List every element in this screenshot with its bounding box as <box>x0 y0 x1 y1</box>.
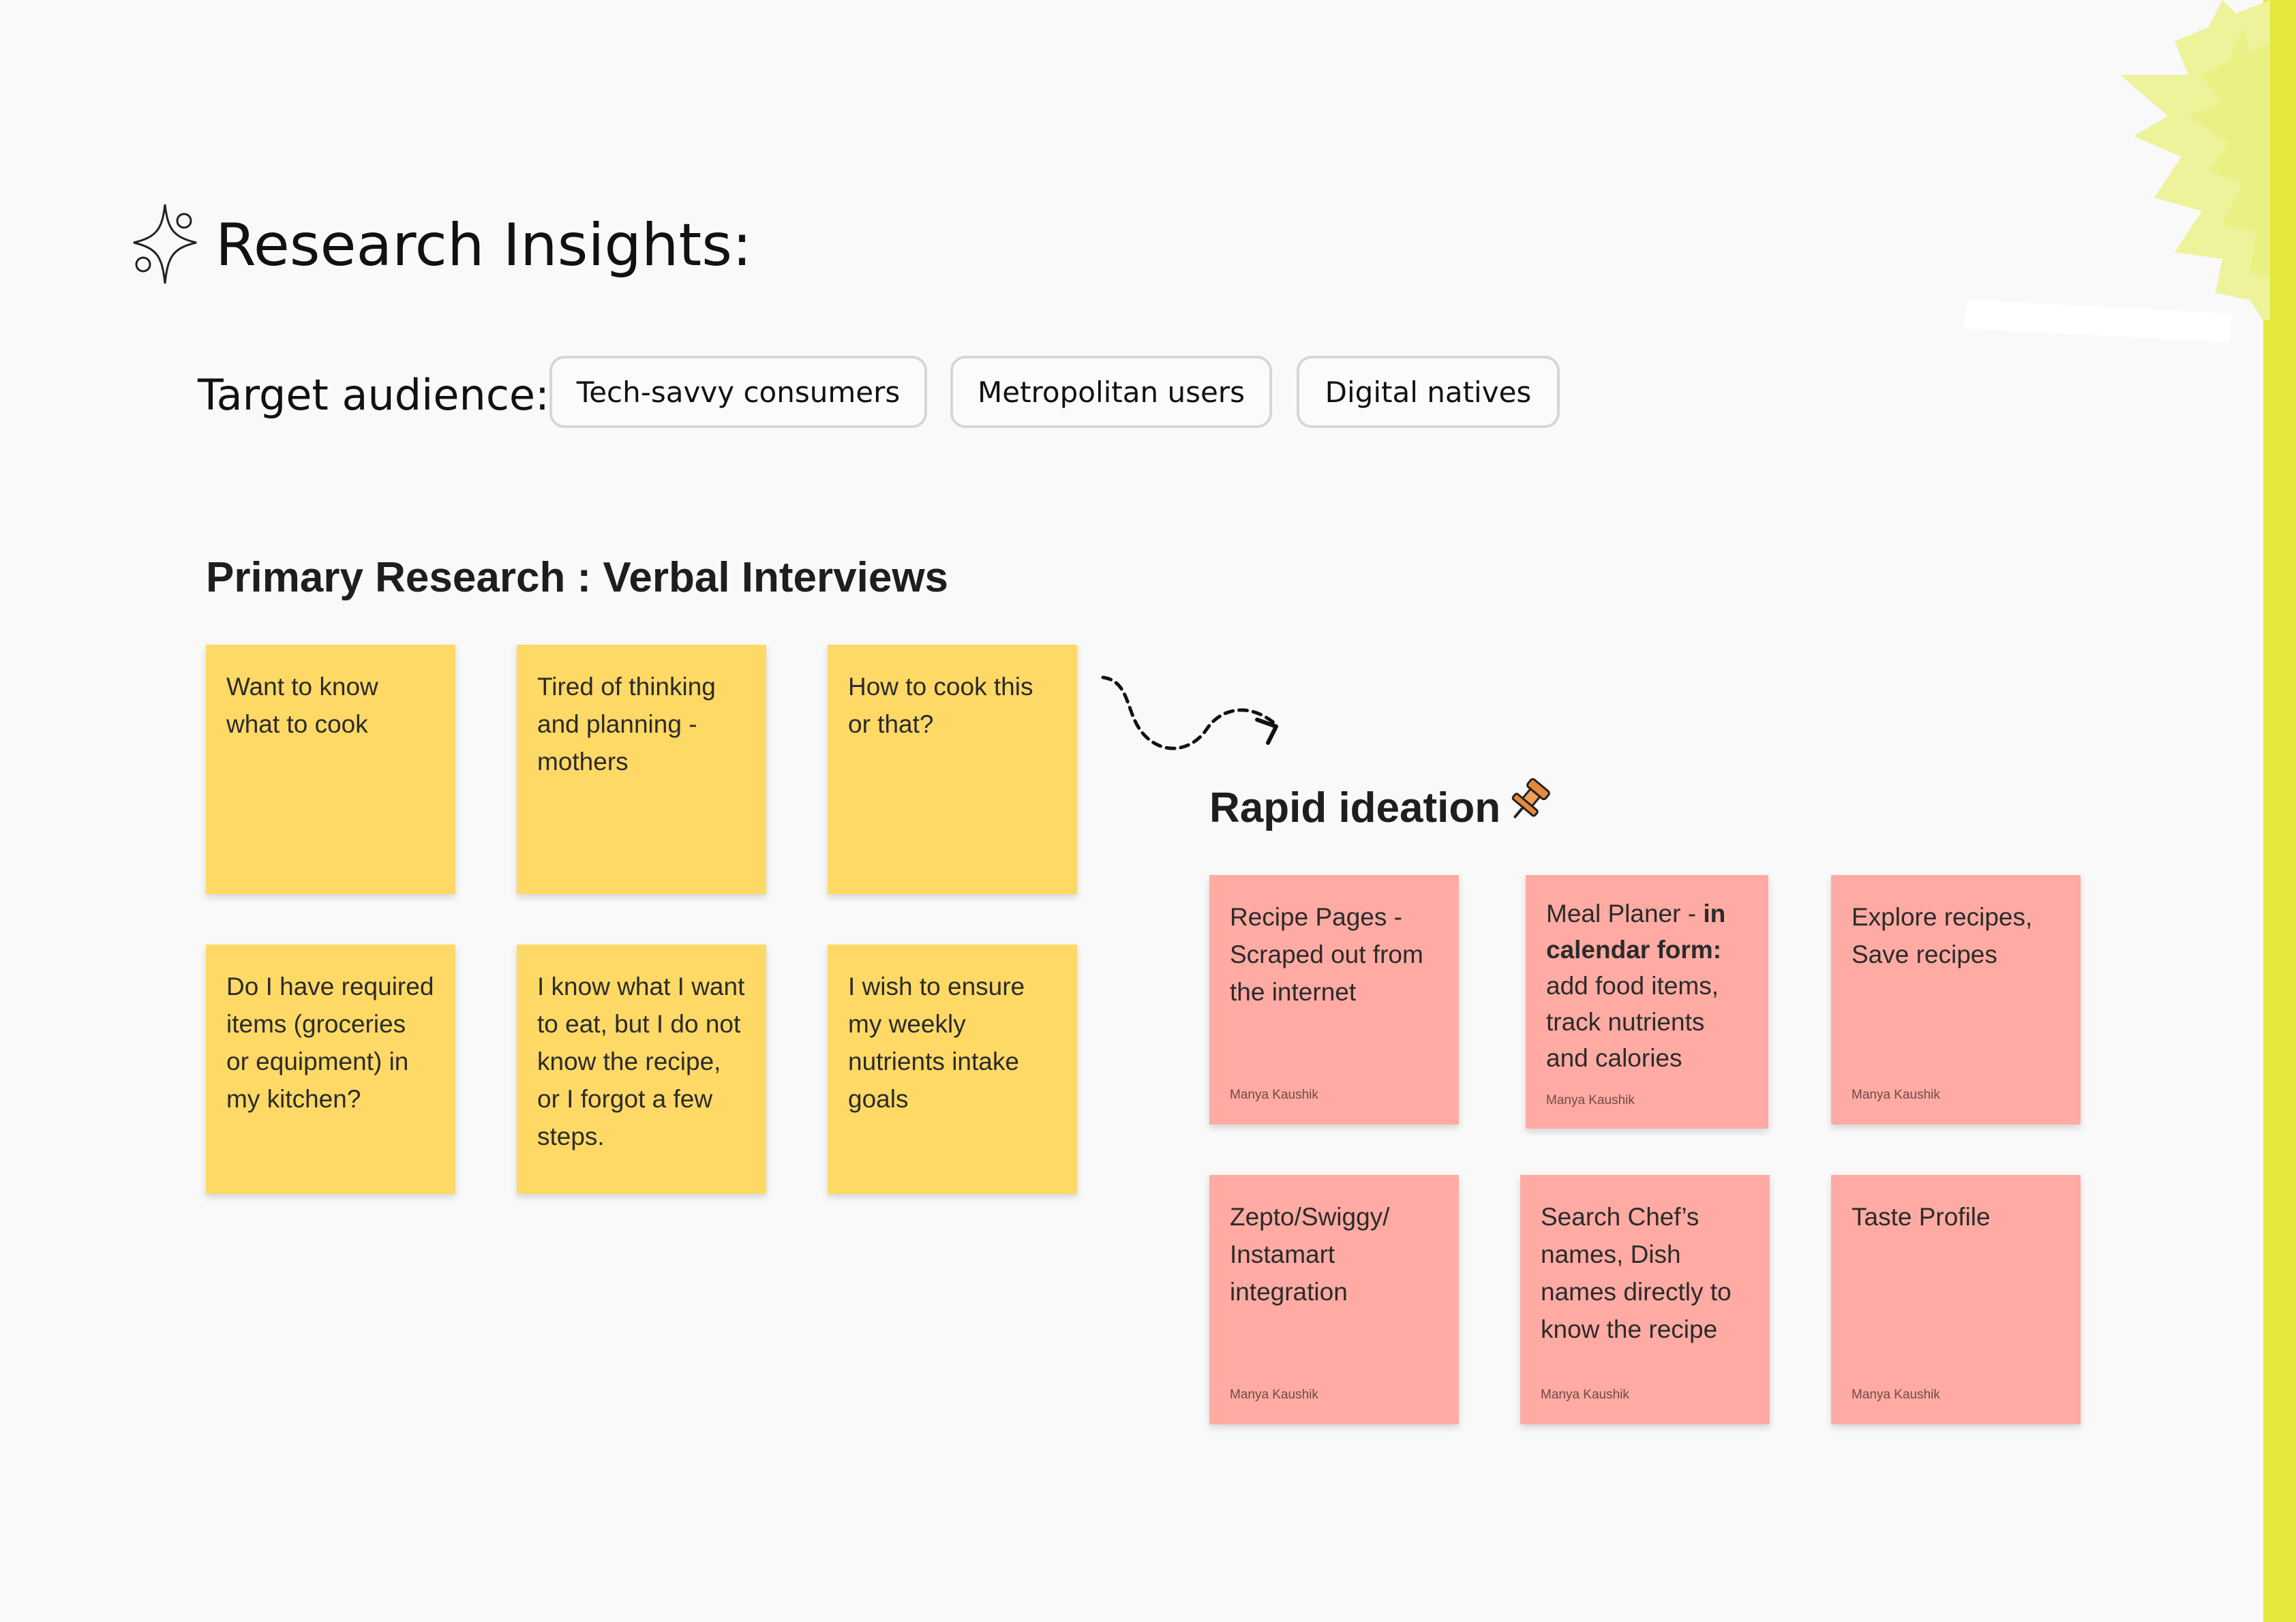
interview-sticky-note[interactable]: How to cook this or that? <box>828 645 1077 894</box>
interview-sticky-note[interactable]: Want to know what to cook <box>206 645 455 894</box>
note-text: Taste Profile <box>1852 1203 1991 1231</box>
note-text: Explore recipes, Save recipes <box>1852 903 2033 968</box>
interview-sticky-note[interactable]: I wish to ensure my weekly nutrients int… <box>828 945 1077 1194</box>
note-text: Zepto/Swiggy/ Instamart integration <box>1230 1203 1390 1306</box>
ideation-sticky-note[interactable]: Taste Profile Manya Kaushik <box>1831 1175 2081 1424</box>
audience-chip: Metropolitan users <box>950 356 1272 428</box>
audience-chip: Tech-savvy consumers <box>549 356 927 428</box>
note-text: Do I have required items (groceries or e… <box>226 973 434 1113</box>
note-text: Tired of thinking and planning - mothers <box>537 673 716 776</box>
note-author: Manya Kaushik <box>1546 1093 1635 1107</box>
ideation-sticky-note[interactable]: Meal Planer - in calendar form: add food… <box>1526 875 1768 1129</box>
pin-icon <box>1511 778 1550 818</box>
interview-sticky-note[interactable]: Do I have required items (groceries or e… <box>206 945 455 1194</box>
audience-chip: Digital natives <box>1297 356 1560 428</box>
target-audience-label: Target audience: <box>198 370 549 420</box>
note-text: How to cook this or that? <box>848 673 1033 738</box>
note-author: Manya Kaushik <box>1230 1388 1318 1402</box>
note-text: Meal Planer - <box>1546 900 1704 928</box>
note-author: Manya Kaushik <box>1230 1088 1318 1102</box>
page-title: Research Insights: <box>215 211 752 279</box>
interview-sticky-note[interactable]: I know what I want to eat, but I do not … <box>517 945 766 1194</box>
ideation-sticky-note[interactable]: Recipe Pages - Scraped out from the inte… <box>1209 875 1459 1124</box>
note-text: add food items, track nutrients and calo… <box>1546 972 1719 1072</box>
ideation-sticky-note[interactable]: Explore recipes, Save recipes Manya Kaus… <box>1831 875 2081 1124</box>
dashed-arrow-icon <box>1101 675 1278 750</box>
note-text: I know what I want to eat, but I do not … <box>537 973 745 1150</box>
ideation-sticky-note[interactable]: Zepto/Swiggy/ Instamart integration Many… <box>1209 1175 1459 1424</box>
note-author: Manya Kaushik <box>1852 1088 1940 1102</box>
primary-research-heading: Primary Research : Verbal Interviews <box>206 554 949 601</box>
note-author: Manya Kaushik <box>1541 1388 1629 1402</box>
sparkle-icon <box>133 204 197 284</box>
starburst-icon <box>2120 0 2270 320</box>
note-text: Search Chef’s names, Dish names directly… <box>1541 1203 1732 1343</box>
note-author: Manya Kaushik <box>1852 1388 1940 1402</box>
tape-decoration <box>1963 300 2232 342</box>
ideation-sticky-note[interactable]: Search Chef’s names, Dish names directly… <box>1520 1175 1770 1424</box>
interview-sticky-note[interactable]: Tired of thinking and planning - mothers <box>517 645 766 894</box>
note-text: Recipe Pages - Scraped out from the inte… <box>1230 903 1423 1006</box>
note-text: I wish to ensure my weekly nutrients int… <box>848 973 1025 1113</box>
rapid-ideation-heading: Rapid ideation <box>1209 784 1501 831</box>
note-text: Want to know what to cook <box>226 673 378 738</box>
